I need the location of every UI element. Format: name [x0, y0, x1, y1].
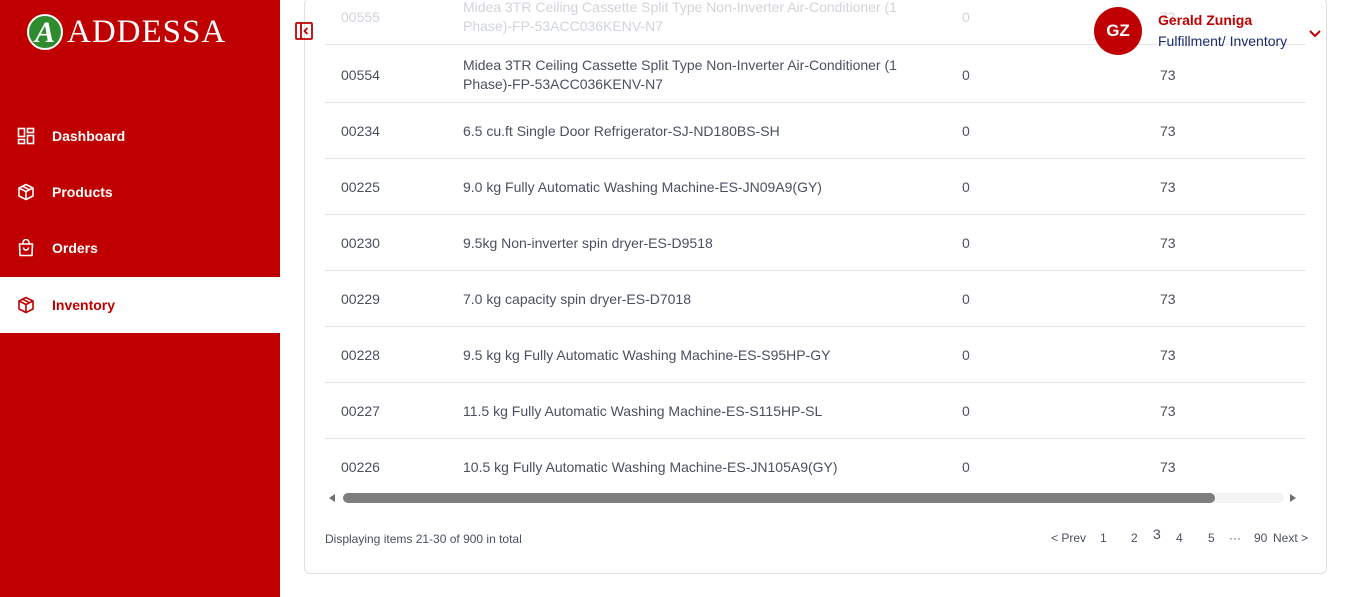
chevron-down-icon[interactable] [1308, 26, 1322, 38]
shopping-bag-icon [16, 238, 36, 258]
pagination-page-button[interactable]: 4 [1176, 531, 1183, 545]
item-quantity: 0 [962, 291, 970, 307]
sidebar-item-label: Orders [52, 240, 98, 256]
item-name: 9.5kg Non-inverter spin dryer-ES-D9518 [463, 234, 713, 251]
item-quantity: 0 [962, 179, 970, 195]
pagination-page-button[interactable]: 90 [1254, 531, 1267, 545]
sidebar-item-products[interactable]: Products [0, 164, 280, 220]
item-name: 6.5 cu.ft Single Door Refrigerator-SJ-ND… [463, 122, 780, 139]
item-total: 73 [1160, 459, 1176, 475]
item-quantity: 0 [962, 235, 970, 251]
inventory-table-card: 00555 Midea 3TR Ceiling Cassette Split T… [304, 0, 1327, 574]
pagination-current-page[interactable]: 3 [1153, 526, 1161, 542]
brand-logo[interactable]: A ADDESSA [27, 12, 226, 52]
pagination-page-button[interactable]: 2 [1131, 531, 1138, 545]
item-name: 10.5 kg Fully Automatic Washing Machine-… [463, 458, 838, 475]
user-role: Fulfillment/ Inventory [1158, 33, 1288, 49]
sidebar-item-label: Products [52, 184, 113, 200]
brand-name: ADDESSA [67, 14, 227, 50]
item-total: 73 [1160, 403, 1176, 419]
item-name: Midea 3TR Ceiling Cassette Split Type No… [463, 0, 897, 34]
item-code: 00234 [341, 123, 380, 139]
item-code: 00226 [341, 459, 380, 475]
horizontal-scrollbar[interactable] [325, 489, 1300, 507]
item-total: 73 [1160, 67, 1176, 83]
brand-logo-mark: A [27, 14, 63, 50]
item-code: 00225 [341, 179, 380, 195]
item-name: 7.0 kg capacity spin dryer-ES-D7018 [463, 290, 691, 307]
item-code: 00227 [341, 403, 380, 419]
sidebar-item-label: Inventory [52, 297, 116, 313]
pagination: < Prev 1 2 3 4 5 ··· 90 Next > [305, 526, 1326, 549]
item-code: 00230 [341, 235, 380, 251]
item-name: Midea 3TR Ceiling Cassette Split Type No… [463, 57, 897, 92]
item-total: 73 [1160, 123, 1176, 139]
pagination-prev-button[interactable]: < Prev [1051, 531, 1086, 545]
pagination-next-button[interactable]: Next > [1273, 531, 1308, 545]
table-row[interactable]: 00234 6.5 cu.ft Single Door Refrigerator… [325, 103, 1306, 159]
table-row[interactable]: 00554 Midea 3TR Ceiling Cassette Split T… [325, 47, 1306, 103]
item-name: 9.0 kg Fully Automatic Washing Machine-E… [463, 178, 822, 195]
item-name: 9.5 kg kg Fully Automatic Washing Machin… [463, 346, 831, 363]
item-total: 73 [1160, 347, 1176, 363]
pagination-page-button[interactable]: 5 [1208, 531, 1215, 545]
item-total: 73 [1160, 291, 1176, 307]
item-code: 00554 [341, 67, 380, 83]
item-quantity: 0 [962, 67, 970, 83]
scroll-right-arrow-icon[interactable] [1290, 494, 1296, 502]
item-total: 73 [1160, 179, 1176, 195]
dashboard-icon [16, 126, 36, 146]
item-quantity: 0 [962, 403, 970, 419]
item-quantity: 0 [962, 9, 970, 25]
table-row[interactable]: 00228 9.5 kg kg Fully Automatic Washing … [325, 327, 1306, 383]
sidebar-item-orders[interactable]: Orders [0, 220, 280, 276]
sidebar: A ADDESSA Dashboard Products Orders Inve… [0, 0, 280, 597]
pagination-ellipsis[interactable]: ··· [1229, 531, 1241, 545]
table-row[interactable]: 00230 9.5kg Non-inverter spin dryer-ES-D… [325, 215, 1306, 271]
sidebar-item-label: Dashboard [52, 128, 126, 144]
pagination-page-button[interactable]: 1 [1100, 531, 1107, 545]
item-quantity: 0 [962, 347, 970, 363]
item-code: 00555 [341, 9, 380, 25]
item-quantity: 0 [962, 123, 970, 139]
scroll-left-arrow-icon[interactable] [329, 494, 335, 502]
scrollbar-thumb[interactable] [343, 493, 1215, 503]
table-row[interactable]: 00225 9.0 kg Fully Automatic Washing Mac… [325, 159, 1306, 215]
item-quantity: 0 [962, 459, 970, 475]
sidebar-item-inventory[interactable]: Inventory [0, 277, 280, 333]
user-name: Gerald Zuniga [1158, 12, 1253, 28]
item-code: 00228 [341, 347, 380, 363]
item-total: 73 [1160, 235, 1176, 251]
item-name: 11.5 kg Fully Automatic Washing Machine-… [463, 402, 823, 419]
sidebar-item-dashboard[interactable]: Dashboard [0, 108, 280, 164]
box-icon [16, 295, 36, 315]
table-row[interactable]: 00227 11.5 kg Fully Automatic Washing Ma… [325, 383, 1306, 439]
item-code: 00229 [341, 291, 380, 307]
box-icon [16, 182, 36, 202]
table-row[interactable]: 00229 7.0 kg capacity spin dryer-ES-D701… [325, 271, 1306, 327]
table-row[interactable]: 00226 10.5 kg Fully Automatic Washing Ma… [325, 439, 1306, 495]
avatar[interactable]: GZ [1094, 7, 1142, 55]
sidebar-collapse-icon[interactable] [294, 21, 314, 41]
